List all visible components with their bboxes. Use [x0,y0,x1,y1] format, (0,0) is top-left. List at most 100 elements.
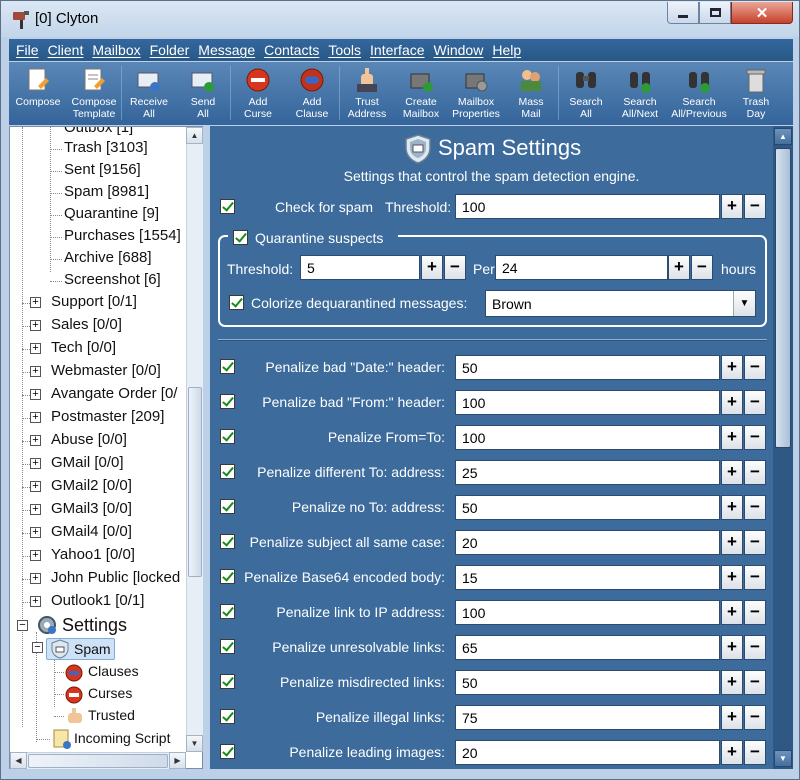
penalty-increment-button[interactable]: + [721,635,743,660]
quarantine-checkbox[interactable] [233,230,248,245]
tree-horizontal-scrollbar[interactable]: ◀ ▶ [10,752,186,769]
penalty-value-input[interactable]: 50 [455,495,720,520]
expand-button[interactable]: + [30,343,41,354]
tree-item-mailbox[interactable]: GMail [0/0] [51,454,124,471]
penalty-value-input[interactable]: 75 [455,705,720,730]
tree-item-spam[interactable]: Spam [74,641,111,657]
penalty-increment-button[interactable]: + [721,355,743,380]
toolbar-button-search-all[interactable]: Search All [559,62,613,125]
menu-item-folder[interactable]: Folder [150,42,190,58]
penalty-value-input[interactable]: 20 [455,530,720,555]
tree-item-mailbox[interactable]: Webmaster [0/0] [51,362,161,379]
toolbar-button-trust-address[interactable]: Trust Address [340,62,394,125]
menu-item-interface[interactable]: Interface [370,42,424,58]
penalty-increment-button[interactable]: + [721,740,743,765]
penalty-checkbox[interactable] [220,569,235,584]
penalty-value-input[interactable]: 15 [455,565,720,590]
tree-item-folder[interactable]: Sent [9156] [64,161,141,178]
tree-item-trusted[interactable]: Trusted [88,707,135,723]
settings-scroll-down-button[interactable]: ▼ [774,750,792,767]
toolbar-button-create-mailbox[interactable]: Create Mailbox [394,62,448,125]
toolbar-button-search-next[interactable]: Search All/Next [613,62,667,125]
penalty-checkbox[interactable] [220,429,235,444]
tree-item-settings[interactable]: Settings [62,615,127,636]
settings-vertical-scrollbar[interactable]: ▲ ▼ [773,126,793,769]
penalty-checkbox[interactable] [220,534,235,549]
expand-button[interactable]: + [30,458,41,469]
expand-button[interactable]: + [30,297,41,308]
menu-item-message[interactable]: Message [198,42,255,58]
toolbar-button-mass-mail[interactable]: Mass Mail [504,62,558,125]
tree-item-outbox[interactable]: Outbox [1] [64,127,133,136]
tree-item-incoming-script[interactable]: Incoming Script [74,730,170,746]
maximize-button[interactable] [699,2,731,24]
penalty-decrement-button[interactable]: − [744,425,766,450]
penalty-checkbox[interactable] [220,499,235,514]
penalty-increment-button[interactable]: + [721,670,743,695]
penalty-increment-button[interactable]: + [721,460,743,485]
expand-button[interactable]: + [30,596,41,607]
minimize-button[interactable] [667,2,699,24]
expand-button[interactable]: + [30,412,41,423]
period-increment-button[interactable]: + [668,255,690,280]
penalty-decrement-button[interactable]: − [744,600,766,625]
penalty-decrement-button[interactable]: − [744,460,766,485]
toolbar-button-trash-day[interactable]: Trash Day [731,62,781,125]
tree-item-curses[interactable]: Curses [88,685,132,701]
penalty-checkbox[interactable] [220,639,235,654]
penalty-decrement-button[interactable]: − [744,495,766,520]
penalty-value-input[interactable]: 100 [455,390,720,415]
penalty-increment-button[interactable]: + [721,390,743,415]
colorize-checkbox[interactable] [229,295,244,310]
penalty-checkbox[interactable] [220,709,235,724]
tree-item-folder[interactable]: Quarantine [9] [64,205,159,222]
scroll-thumb[interactable] [188,387,202,577]
toolbar-button-send-all[interactable]: Send All [176,62,230,125]
expand-button[interactable]: + [30,573,41,584]
collapse-button[interactable]: − [32,642,43,653]
scroll-down-button[interactable]: ▼ [186,735,203,752]
scroll-right-button[interactable]: ▶ [169,752,186,769]
scroll-left-button[interactable]: ◀ [10,752,27,769]
expand-button[interactable]: + [30,366,41,377]
tree-vertical-scrollbar[interactable]: ▲ ▼ [186,127,203,752]
penalty-checkbox[interactable] [220,394,235,409]
quarantine-threshold-decrement-button[interactable]: − [444,255,466,280]
close-button[interactable]: ✕ [731,2,793,24]
toolbar-button-compose[interactable]: Compose [9,62,67,125]
tree-item-mailbox[interactable]: Yahoo1 [0/0] [51,546,135,563]
penalty-checkbox[interactable] [220,744,235,759]
penalty-increment-button[interactable]: + [721,530,743,555]
penalty-increment-button[interactable]: + [721,565,743,590]
penalty-increment-button[interactable]: + [721,425,743,450]
tree-item-mailbox[interactable]: Postmaster [209] [51,408,164,425]
penalty-value-input[interactable]: 20 [455,740,720,765]
check-for-spam-checkbox[interactable] [220,199,235,214]
menu-item-help[interactable]: Help [492,42,521,58]
toolbar-button-mailbox-properties[interactable]: Mailbox Properties [448,62,504,125]
threshold-decrement-button[interactable]: − [744,194,766,219]
toolbar-button-add-clause[interactable]: Add Clause [285,62,339,125]
toolbar-button-receive-all[interactable]: Receive All [122,62,176,125]
expand-button[interactable]: + [30,389,41,400]
expand-button[interactable]: + [30,435,41,446]
quarantine-threshold-input[interactable]: 5 [300,255,420,280]
tree-item-mailbox[interactable]: GMail2 [0/0] [51,477,132,494]
penalty-checkbox[interactable] [220,674,235,689]
collapse-button[interactable]: − [17,620,28,631]
penalty-checkbox[interactable] [220,604,235,619]
color-select[interactable]: Brown ▼ [485,290,756,317]
tree-item-mailbox[interactable]: Sales [0/0] [51,316,122,333]
penalty-decrement-button[interactable]: − [744,355,766,380]
penalty-value-input[interactable]: 100 [455,600,720,625]
threshold-input[interactable]: 100 [455,194,720,219]
settings-scroll-thumb[interactable] [775,148,791,448]
penalty-increment-button[interactable]: + [721,495,743,520]
scroll-up-button[interactable]: ▲ [186,127,203,144]
tree-item-clauses[interactable]: Clauses [88,663,139,679]
settings-scroll-up-button[interactable]: ▲ [774,128,792,145]
penalty-value-input[interactable]: 65 [455,635,720,660]
tree-item-mailbox[interactable]: GMail4 [0/0] [51,523,132,540]
tree-item-folder[interactable]: Trash [3103] [64,139,148,156]
penalty-checkbox[interactable] [220,464,235,479]
